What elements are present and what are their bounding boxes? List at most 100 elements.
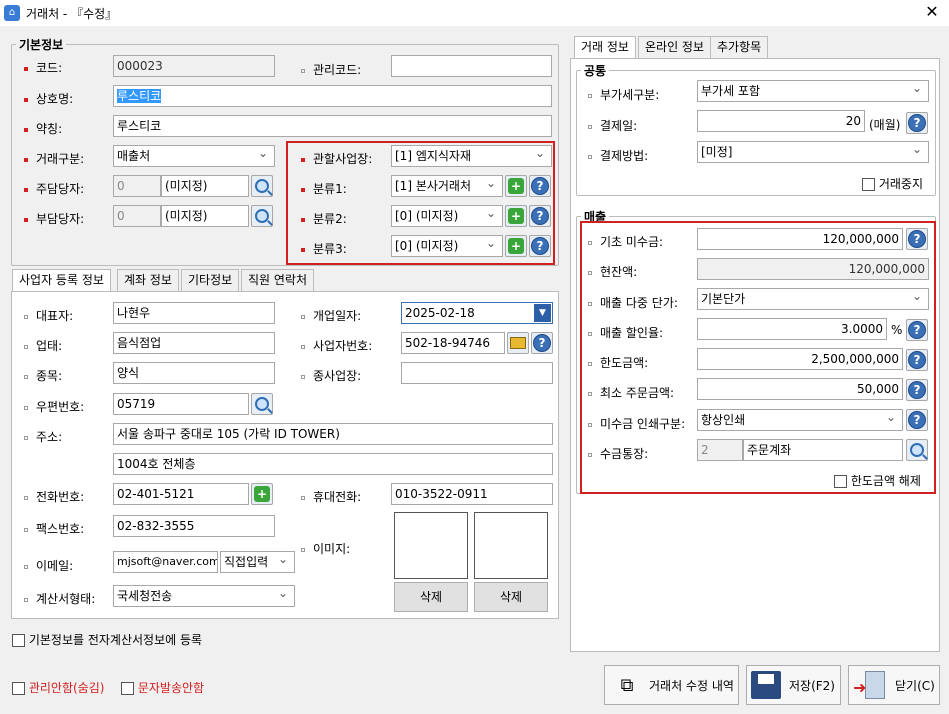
tab-etc[interactable]: 기타정보 <box>181 269 240 291</box>
release-limit-checkbox[interactable] <box>834 475 847 488</box>
register-check-row[interactable]: 기본정보를 전자계산서정보에 등록 <box>12 631 202 648</box>
name-input[interactable]: 루스티코 <box>113 85 552 107</box>
payday-help-button[interactable]: ? <box>906 112 928 134</box>
hide-check-row[interactable]: 관리안함(숨김) <box>12 679 104 696</box>
addr-label: 주소: <box>24 428 62 445</box>
help-icon: ? <box>908 230 926 248</box>
main-manager-search-button[interactable] <box>251 175 273 197</box>
biz-select[interactable]: [1] 엠지식자재 <box>391 143 552 167</box>
bizno-help-button[interactable]: ? <box>531 332 553 354</box>
zip-search-button[interactable] <box>251 393 273 415</box>
delete-image-2-button[interactable]: 삭제 <box>474 582 548 612</box>
vat-label: 부가세구분: <box>588 86 659 103</box>
short-name-input[interactable]: 루스티코 <box>113 115 552 137</box>
delete-image-1-button[interactable]: 삭제 <box>394 582 468 612</box>
tel-add-button[interactable]: + <box>251 483 273 505</box>
print-mode-help-button[interactable]: ? <box>906 409 928 431</box>
tab-online-info[interactable]: 온라인 정보 <box>638 36 712 58</box>
cat3-help-button[interactable]: ? <box>529 235 551 257</box>
cat1-select[interactable]: [1] 본사거래처 <box>391 173 503 197</box>
item-label: 종목: <box>24 367 62 384</box>
tab-trade-info[interactable]: 거래 정보 <box>574 36 636 58</box>
biz-label: 관할사업장: <box>301 150 372 167</box>
price-level-select[interactable]: 기본단가 <box>697 286 929 310</box>
fax-input[interactable]: 02-832-3555 <box>113 515 275 537</box>
tab-extra[interactable]: 추가항목 <box>710 36 769 58</box>
bizno-input[interactable]: 502-18-94746 <box>401 332 505 354</box>
addr1-input[interactable]: 서울 송파구 중대로 105 (가락 ID TOWER) <box>113 423 553 445</box>
branch-label: 종사업장: <box>301 367 361 384</box>
vat-select[interactable]: 부가세 포함 <box>697 78 929 102</box>
cat2-help-button[interactable]: ? <box>529 205 551 227</box>
plus-icon: + <box>508 208 524 224</box>
main-manager-field: (미지정) <box>161 175 249 197</box>
open-date-label: 개업일자: <box>301 307 361 324</box>
cat1-help-button[interactable]: ? <box>529 175 551 197</box>
close-button[interactable]: ➜ 닫기(C) <box>848 665 940 705</box>
plus-icon: + <box>254 486 270 502</box>
discount-input[interactable]: 3.0000 <box>697 318 887 340</box>
search-icon <box>255 209 269 223</box>
mgmt-code-input[interactable] <box>391 55 552 77</box>
image-box-2[interactable] <box>474 512 548 579</box>
save-button[interactable]: 저장(F2) <box>746 665 841 705</box>
email-input[interactable]: mjsoft@naver.com <box>113 551 218 573</box>
sms-checkbox[interactable] <box>121 682 134 695</box>
current-balance-field: 120,000,000 <box>697 258 929 280</box>
open-balance-input[interactable]: 120,000,000 <box>697 228 903 250</box>
name-value: 루스티코 <box>117 89 162 103</box>
cat2-add-button[interactable]: + <box>505 205 527 227</box>
paymethod-select[interactable]: [미정] <box>697 139 929 163</box>
sms-check-row[interactable]: 문자발송안함 <box>121 679 204 696</box>
close-icon[interactable]: ✕ <box>922 2 942 21</box>
print-mode-select[interactable]: 항상인쇄 <box>697 407 903 431</box>
type-label: 거래구분: <box>24 150 84 167</box>
discount-unit: % <box>891 323 903 337</box>
biztype-input[interactable]: 음식점업 <box>113 332 275 354</box>
payday-label: 결제일: <box>588 117 637 134</box>
branch-input[interactable] <box>401 362 553 384</box>
hide-checkbox[interactable] <box>12 682 25 695</box>
payday-input[interactable]: 20 <box>697 110 865 132</box>
calendar-dropdown-icon[interactable]: ▼ <box>534 304 551 322</box>
history-button[interactable]: ⧉ 거래처 수정 내역 <box>604 665 739 705</box>
rep-input[interactable]: 나현우 <box>113 302 275 324</box>
tel-input[interactable]: 02-401-5121 <box>113 483 249 505</box>
account-search-button[interactable] <box>906 439 928 461</box>
bizno-label: 사업자번호: <box>301 337 372 354</box>
limit-help-button[interactable]: ? <box>906 349 928 371</box>
min-order-input[interactable]: 50,000 <box>697 378 903 400</box>
addr2-input[interactable]: 1004호 전체층 <box>113 453 553 475</box>
min-order-help-button[interactable]: ? <box>906 379 928 401</box>
search-icon <box>255 397 269 411</box>
tab-account[interactable]: 계좌 정보 <box>117 269 179 291</box>
release-limit-row[interactable]: 한도금액 해제 <box>834 472 921 489</box>
item-input[interactable]: 양식 <box>113 362 275 384</box>
stop-trade-row[interactable]: 거래중지 <box>862 175 923 192</box>
cat1-add-button[interactable]: + <box>505 175 527 197</box>
cat3-add-button[interactable]: + <box>505 235 527 257</box>
account-no: 2 <box>697 439 743 461</box>
open-date-input[interactable]: 2025-02-18 <box>401 302 553 324</box>
limit-input[interactable]: 2,500,000,000 <box>697 348 903 370</box>
open-balance-help-button[interactable]: ? <box>906 228 928 250</box>
zip-input[interactable]: 05719 <box>113 393 249 415</box>
fax-label: 팩스번호: <box>24 520 84 537</box>
image-box-1[interactable] <box>394 512 468 579</box>
invoice-select[interactable]: 국세청전송 <box>113 583 295 607</box>
stop-trade-checkbox[interactable] <box>862 178 875 191</box>
tab-registration[interactable]: 사업자 등록 정보 <box>12 269 111 291</box>
payday-unit: (매월) <box>869 118 901 132</box>
mobile-input[interactable]: 010-3522-0911 <box>391 483 553 505</box>
cat2-select[interactable]: [0] (미지정) <box>391 203 503 227</box>
tab-staff[interactable]: 직원 연락처 <box>241 269 315 291</box>
print-mode-label: 미수금 인쇄구분: <box>588 415 685 432</box>
register-checkbox[interactable] <box>12 634 25 647</box>
type-select[interactable]: 매출처 <box>113 143 275 167</box>
cat3-select[interactable]: [0] (미지정) <box>391 233 503 257</box>
sub-manager-search-button[interactable] <box>251 205 273 227</box>
search-icon <box>910 443 924 457</box>
bizno-lookup-button[interactable] <box>507 332 529 354</box>
email-mode-select[interactable]: 직접입력 <box>220 549 295 573</box>
discount-help-button[interactable]: ? <box>906 319 928 341</box>
